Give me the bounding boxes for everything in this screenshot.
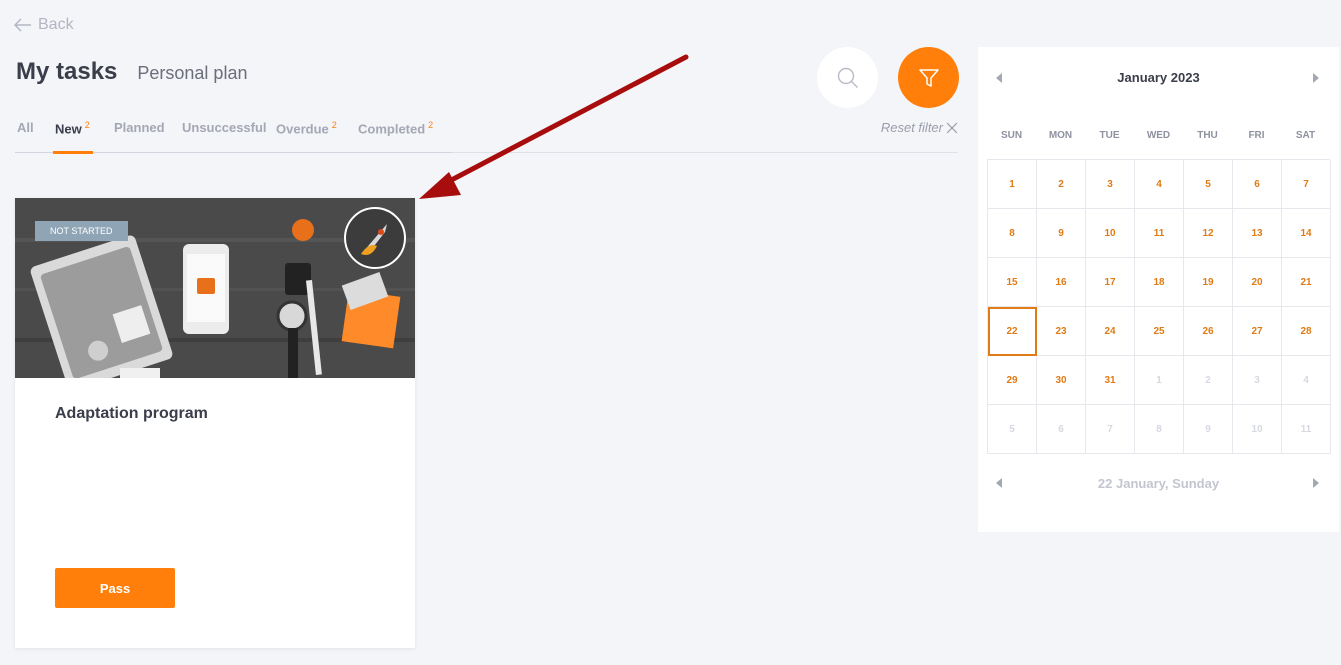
calendar-day[interactable]: 3 [1233,356,1282,405]
calendar-day[interactable]: 5 [1184,160,1233,209]
page-subtitle: Personal plan [137,63,248,83]
status-badge: NOT STARTED [35,221,128,241]
calendar-day[interactable]: 17 [1086,258,1135,307]
weekday-label: MON [1048,130,1073,141]
calendar-day[interactable]: 31 [1086,356,1135,405]
tab-count-badge: 2 [428,120,434,130]
calendar-day[interactable]: 12 [1184,209,1233,258]
calendar-day[interactable]: 2 [1184,356,1233,405]
calendar-day[interactable]: 1 [1135,356,1184,405]
filter-button[interactable] [898,47,959,108]
tab-all[interactable]: All [17,120,34,153]
calendar-grid: 1 2 3 4 5 6 7 8 9 10 11 12 13 14 15 16 17 18 19 20 21 22 23 24 2… [987,159,1331,454]
pass-button[interactable]: Pass [55,568,175,608]
calendar-day[interactable]: 10 [1233,405,1282,454]
calendar-day[interactable]: 29 [988,356,1037,405]
task-title: Adaptation program [55,405,208,422]
tab-planned[interactable]: Planned [114,120,165,153]
selected-date-label: 22 January, Sunday [1097,476,1220,491]
calendar-day[interactable]: 16 [1037,258,1086,307]
calendar-month-label: January 2023 [1117,70,1200,85]
calendar-day[interactable]: 26 [1184,307,1233,356]
calendar-day[interactable]: 9 [1037,209,1086,258]
task-card[interactable]: NOT STARTED Adaptation program Pass [15,198,415,648]
calendar-day[interactable]: 15 [988,258,1037,307]
calendar-day[interactable]: 8 [988,209,1037,258]
back-link[interactable]: Back [14,16,74,34]
calendar-day[interactable]: 18 [1135,258,1184,307]
page-title: My tasks [16,58,118,85]
reset-filter-button[interactable]: Reset filter [881,120,958,135]
weekday-label: THU [1197,130,1218,141]
weekday-label: SUN [1000,130,1023,141]
tab-completed[interactable]: Completed 2 [358,120,433,153]
calendar-day[interactable]: 4 [1135,160,1184,209]
filter-icon [918,68,939,87]
calendar-day[interactable]: 2 [1037,160,1086,209]
calendar-day[interactable]: 11 [1282,405,1331,454]
weekday-header: SUN MON TUE WED THU FRI SAT [987,130,1330,141]
calendar-day[interactable]: 11 [1135,209,1184,258]
calendar-day[interactable]: 1 [988,160,1037,209]
weekday-label: WED [1146,130,1171,141]
calendar-day[interactable]: 13 [1233,209,1282,258]
calendar-day[interactable]: 21 [1282,258,1331,307]
calendar-day[interactable]: 9 [1184,405,1233,454]
weekday-label: SAT [1295,130,1316,141]
page-header: My tasks Personal plan [16,58,247,86]
calendar-panel: January 2023 SUN MON TUE WED THU FRI SAT 12345… [978,47,1339,532]
calendar-day[interactable]: 14 [1282,209,1331,258]
reset-filter-label: Reset filter [880,120,943,135]
weekday-label: TUE [1099,130,1120,141]
close-icon [946,122,958,133]
calendar-day[interactable]: 5 [988,405,1037,454]
calendar-day[interactable]: 6 [1233,160,1282,209]
calendar-day[interactable]: 23 [1037,307,1086,356]
calendar-day[interactable]: 30 [1037,356,1086,405]
calendar-day[interactable]: 10 [1086,209,1135,258]
calendar-day[interactable]: 8 [1135,405,1184,454]
search-button[interactable] [817,47,878,108]
next-month-button[interactable] [1313,73,1319,83]
calendar-day[interactable]: 4 [1282,356,1331,405]
search-icon [837,67,858,88]
calendar-day-selected[interactable]: 22 [988,307,1037,356]
status-tabs: All New 2 Planned Unsuccessful Overdue 2 C… [15,112,958,154]
arrow-left-icon [14,18,31,32]
tab-unsuccessful[interactable]: Unsuccessful [182,120,267,153]
back-label: Back [38,16,74,33]
calendar-day[interactable]: 27 [1233,307,1282,356]
calendar-day[interactable]: 19 [1184,258,1233,307]
tab-new[interactable]: New 2 [53,120,93,154]
calendar-day[interactable]: 7 [1282,160,1331,209]
calendar-day[interactable]: 25 [1135,307,1184,356]
next-day-button[interactable] [1313,478,1319,488]
calendar-day[interactable]: 24 [1086,307,1135,356]
calendar-day[interactable]: 7 [1086,405,1135,454]
tab-count-badge: 2 [331,120,337,130]
calendar-day[interactable]: 20 [1233,258,1282,307]
task-cover-image: NOT STARTED [15,198,415,378]
calendar-day[interactable]: 3 [1086,160,1135,209]
calendar-day[interactable]: 6 [1037,405,1086,454]
tab-overdue[interactable]: Overdue 2 [276,120,337,153]
tab-count-badge: 2 [84,120,90,130]
calendar-day[interactable]: 28 [1282,307,1331,356]
weekday-label: FRI [1248,130,1265,141]
